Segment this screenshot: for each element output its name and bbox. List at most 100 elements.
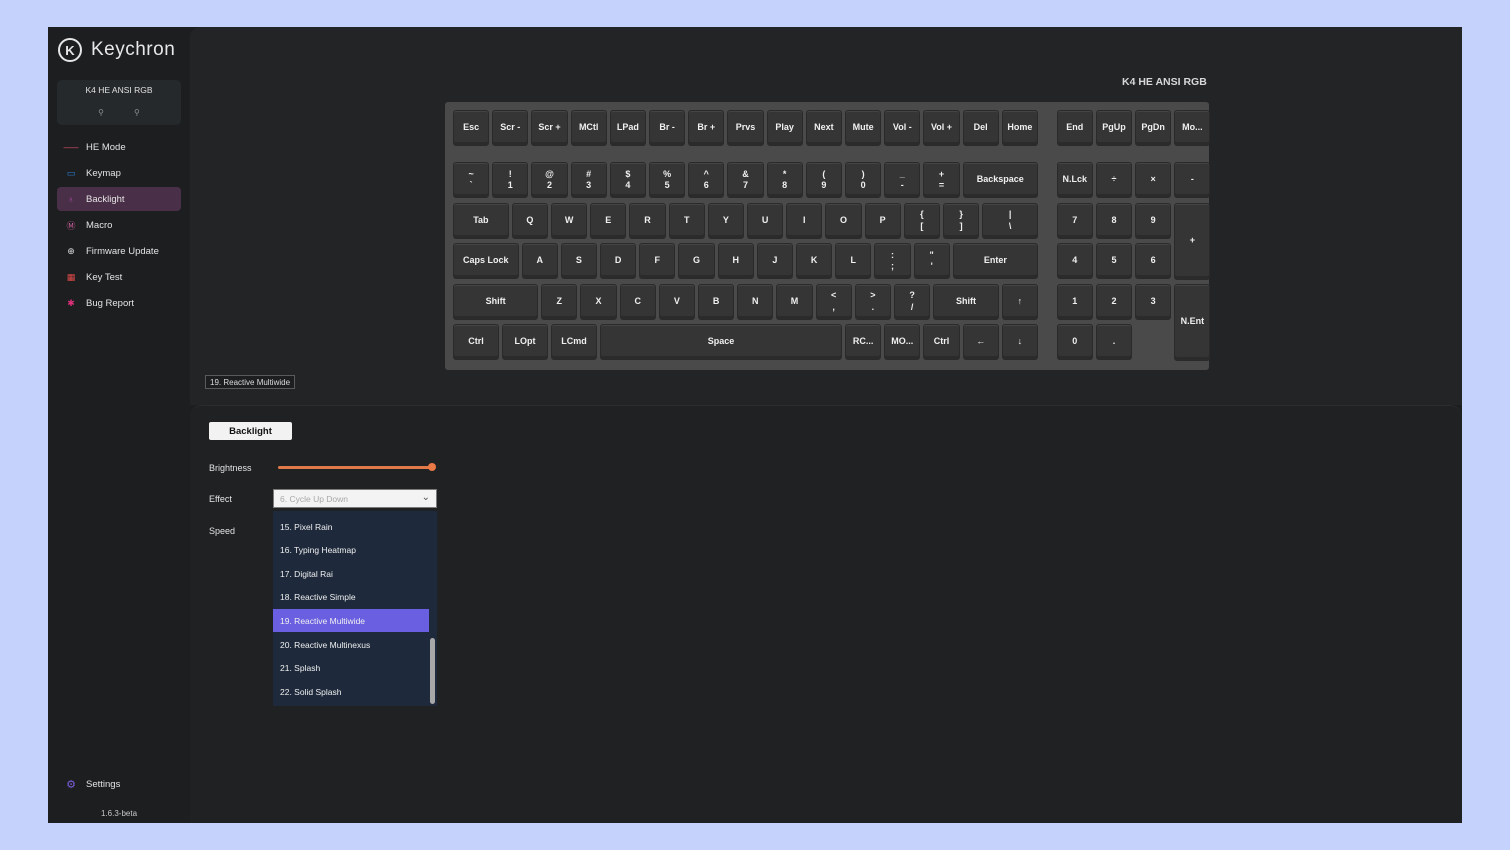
key[interactable]: Home [1001,110,1038,146]
key[interactable]: :; [874,243,911,279]
sidebar-item-key-test[interactable]: ▦ Key Test [57,265,181,289]
sidebar-item-firmware-update[interactable]: ⊕ Firmware Update [57,239,181,263]
key[interactable]: Next [805,110,842,146]
key[interactable]: V [658,283,695,320]
key[interactable]: L [835,243,872,279]
key[interactable]: Br - [649,110,686,146]
sidebar-item-macro[interactable]: Ⓜ Macro [57,213,181,237]
key[interactable]: MO... [884,324,921,360]
key[interactable]: Prvs [727,110,764,146]
key[interactable]: Del [962,110,999,146]
key[interactable]: 8 [1095,202,1133,239]
key[interactable]: ? / [894,283,931,320]
key[interactable]: ^ 6 [688,162,725,198]
effect-option[interactable]: 20. Reactive Multinexus [273,633,429,656]
sidebar-item-settings[interactable]: ⚙ Settings [57,772,181,796]
key[interactable]: B [698,283,735,320]
effect-option[interactable]: 19. Reactive Multiwide [273,609,429,633]
key[interactable]: Z [541,283,578,320]
key[interactable]: + [1174,202,1211,280]
key[interactable]: & 7 [727,162,764,198]
dropdown-scrollbar[interactable] [430,638,435,704]
key[interactable]: A [521,243,558,279]
key[interactable]: 0 [1056,324,1093,360]
key[interactable]: PgDn [1135,110,1172,146]
sidebar-item-he-mode[interactable]: ‒‒‒ HE Mode [57,135,181,159]
key[interactable]: Mo... [1174,110,1211,146]
key[interactable]: W [551,202,588,239]
key[interactable]: RC... [845,324,882,360]
key[interactable]: Ctrl [453,324,499,360]
key[interactable]: U [747,202,784,239]
effect-option[interactable]: 17. Digital Rai [273,562,429,585]
key[interactable]: LCmd [551,324,597,360]
key[interactable]: Caps Lock [453,243,519,279]
key[interactable]: Mute [845,110,882,146]
link-icon[interactable]: ⚲ [134,108,140,117]
key[interactable]: <, [815,283,852,320]
key[interactable]: LPad [609,110,646,146]
brightness-slider[interactable] [278,466,432,469]
key[interactable]: {[ [903,202,940,239]
tab-backlight[interactable]: Backlight [209,422,292,440]
device-card[interactable]: K4 HE ANSI RGB ⚲ ⚲ [57,80,181,125]
effect-option[interactable]: 16. Typing Heatmap [273,539,429,562]
key[interactable]: C [619,283,656,320]
key[interactable]: Shift [933,283,999,320]
key[interactable]: _ - [884,162,921,198]
key[interactable]: Ctrl [923,324,960,360]
key[interactable]: J [756,243,793,279]
key[interactable]: K [796,243,833,279]
key[interactable]: × [1135,162,1172,198]
key[interactable]: #3 [570,162,607,198]
key[interactable]: F [639,243,676,279]
key[interactable]: P [864,202,901,239]
sidebar-item-keymap[interactable]: ▭ Keymap [57,161,181,185]
key[interactable]: Q [511,202,548,239]
effect-option[interactable]: 15. Pixel Rain [273,515,429,538]
key[interactable]: 1 [1056,283,1093,320]
key[interactable]: Scr + [531,110,568,146]
key[interactable]: ↑ [1001,283,1038,320]
key[interactable]: R [629,202,666,239]
key[interactable]: 3 [1135,283,1172,320]
key[interactable]: I [786,202,823,239]
effect-option[interactable]: 18. Reactive Simple [273,586,429,609]
key[interactable]: S [560,243,597,279]
key[interactable]: Space [600,324,842,360]
key[interactable]: ! 1 [492,162,529,198]
key[interactable]: Tab [453,202,509,239]
key[interactable]: $4 [609,162,646,198]
key[interactable]: 5 [1095,243,1133,279]
effect-option[interactable]: 22. Solid Splash [273,680,429,703]
key[interactable]: Shift [453,283,539,320]
key[interactable]: ) 0 [845,162,882,198]
key[interactable]: ↓ [1001,324,1038,360]
key[interactable]: G [678,243,715,279]
key[interactable]: @2 [531,162,568,198]
key[interactable]: X [580,283,617,320]
key[interactable]: - [1174,162,1211,198]
key[interactable]: 9 [1135,202,1172,239]
link-icon[interactable]: ⚲ [98,108,104,117]
key[interactable]: Play [766,110,803,146]
key[interactable]: Vol + [923,110,960,146]
key[interactable]: . [1095,324,1133,360]
key[interactable]: N.Lck [1056,162,1093,198]
key[interactable]: Br + [688,110,725,146]
key[interactable]: (9 [805,162,842,198]
key[interactable]: Scr - [492,110,529,146]
key[interactable]: N [737,283,774,320]
key[interactable]: ~ ` [453,162,490,198]
sidebar-item-bug-report[interactable]: ✱ Bug Report [57,291,181,315]
key[interactable]: 4 [1056,243,1093,279]
key[interactable]: Backspace [962,162,1038,198]
key[interactable]: ÷ [1095,162,1133,198]
key[interactable]: | \ [982,202,1038,239]
key[interactable]: LOpt [502,324,548,360]
effect-select[interactable]: 6. Cycle Up Down ⌄ [273,489,437,508]
effect-option[interactable]: 21. Splash [273,657,429,680]
key[interactable]: Vol - [884,110,921,146]
key[interactable]: H [717,243,754,279]
key[interactable]: MCtl [570,110,607,146]
